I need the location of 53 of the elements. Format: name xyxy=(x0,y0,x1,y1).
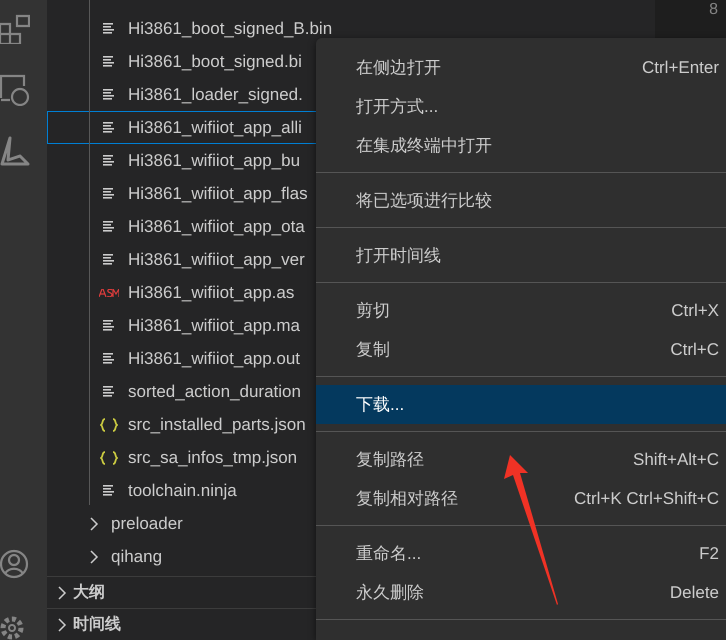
chevron-right-icon xyxy=(89,550,99,564)
file-item[interactable]: Hi3861_boot_signed_B.bin xyxy=(47,12,332,45)
file-lines-icon xyxy=(103,485,115,496)
menu-item[interactable]: 打开时间线 xyxy=(316,236,726,275)
menu-item[interactable]: 将已选项进行比较 xyxy=(316,181,726,220)
menu-item[interactable]: 永久删除 Delete xyxy=(316,573,726,612)
asm-icon xyxy=(99,288,119,296)
menu-item[interactable]: 重命名... F2 xyxy=(316,534,726,573)
triangle-logo-icon[interactable] xyxy=(0,136,30,168)
file-lines-icon xyxy=(103,353,115,364)
menu-item[interactable]: 复制 Ctrl+C xyxy=(316,330,726,369)
braces-icon xyxy=(100,450,118,464)
braces-icon xyxy=(100,418,118,432)
file-item[interactable]: Hi3861_wifiiot_app.out xyxy=(47,342,316,375)
file-lines-icon xyxy=(103,23,115,34)
file-item[interactable]: Hi3861_wifiiot_app.as xyxy=(47,276,316,309)
menu-item[interactable]: 打开方式... xyxy=(316,87,726,126)
file-item[interactable]: Hi3861_wifiiot_app.ma xyxy=(47,309,316,342)
menu-item[interactable]: 剪切 Ctrl+X xyxy=(316,291,726,330)
menu-item[interactable]: 下载... xyxy=(316,385,726,424)
file-item[interactable]: src_installed_parts.json xyxy=(47,408,316,441)
file-item[interactable]: Hi3861_loader_signed. xyxy=(47,78,316,111)
menu-item[interactable]: 在侧边打开 Ctrl+Enter xyxy=(316,48,726,87)
file-item[interactable]: sorted_action_duration xyxy=(47,375,316,408)
file-item[interactable]: Hi3861_wifiiot_app_ver xyxy=(47,243,316,276)
folder-item[interactable]: qihang xyxy=(89,546,162,566)
file-lines-icon xyxy=(103,155,115,166)
file-lines-icon xyxy=(103,122,115,133)
chevron-right-icon xyxy=(89,516,99,530)
file-item[interactable]: Hi3861_wifiiot_app_ota xyxy=(47,210,316,243)
remote-monitor-icon[interactable] xyxy=(0,74,30,106)
file-lines-icon xyxy=(103,89,115,100)
account-icon[interactable] xyxy=(0,548,30,580)
file-lines-icon xyxy=(103,188,115,199)
file-item[interactable]: Hi3861_wifiiot_app_flas xyxy=(47,177,316,210)
folder-item[interactable]: preloader xyxy=(89,514,183,534)
menu-item[interactable]: 复制相对路径 Ctrl+K Ctrl+Shift+C xyxy=(316,479,726,518)
menu-item[interactable]: 复制路径 Shift+Alt+C xyxy=(316,440,726,479)
file-lines-icon xyxy=(103,320,115,331)
line-number: 8 xyxy=(709,0,718,20)
file-item[interactable]: src_sa_infos_tmp.json xyxy=(47,441,316,474)
extensions-icon[interactable] xyxy=(0,12,30,44)
file-lines-icon xyxy=(103,221,115,232)
chevron-right-icon xyxy=(57,618,67,632)
file-item[interactable]: Hi3861_boot_signed.bi xyxy=(47,45,316,78)
chevron-right-icon xyxy=(57,586,67,600)
file-item[interactable]: toolchain.ninja xyxy=(47,474,316,507)
menu-item[interactable]: 在集成终端中打开 xyxy=(316,126,726,165)
file-lines-icon xyxy=(103,56,115,67)
file-item[interactable]: Hi3861_wifiiot_app_alli xyxy=(47,111,316,144)
file-lines-icon xyxy=(103,386,115,397)
file-item[interactable]: Hi3861_wifiiot_app_bu xyxy=(47,144,316,177)
file-lines-icon xyxy=(103,254,115,265)
